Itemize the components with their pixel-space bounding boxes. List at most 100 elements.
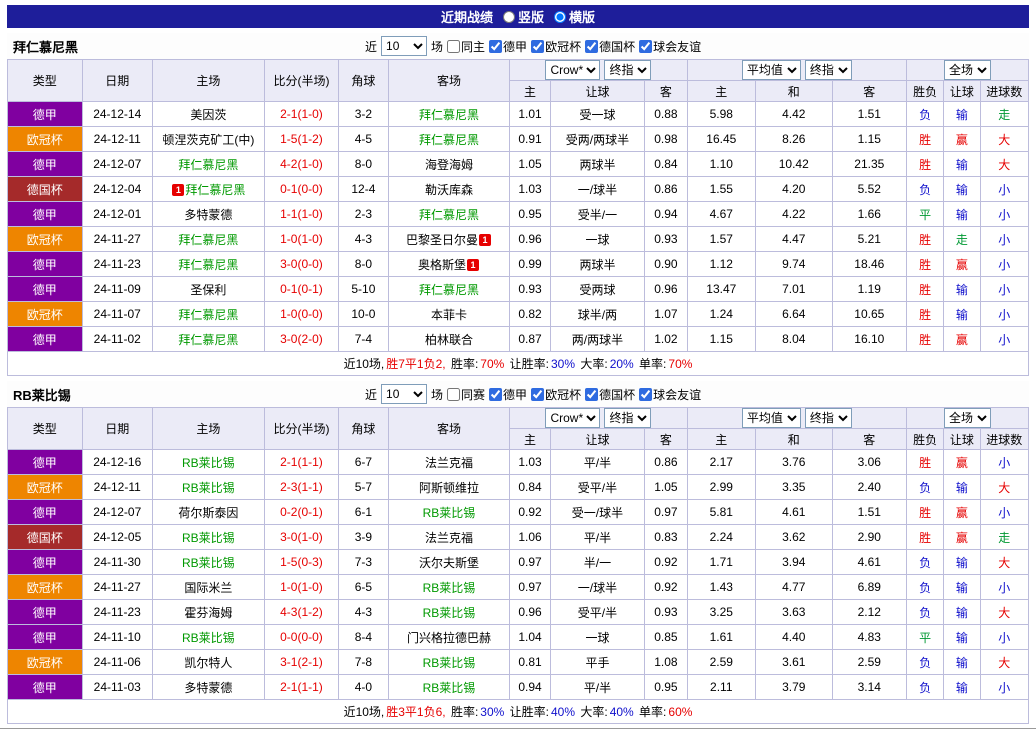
match-count-select[interactable]: 10 bbox=[381, 384, 428, 404]
avg-home: 1.43 bbox=[686, 574, 757, 600]
avg-company-select[interactable]: 平均值 bbox=[741, 408, 801, 428]
avg-away: 4.61 bbox=[831, 549, 908, 575]
league-filter[interactable]: 球会友谊 bbox=[639, 38, 701, 55]
result-outcome: 胜 bbox=[906, 449, 945, 475]
view-radio-horizontal[interactable] bbox=[554, 10, 566, 23]
result-handicap: 走 bbox=[943, 226, 981, 252]
league-checkbox[interactable] bbox=[585, 387, 599, 401]
sub-col-header: 客 bbox=[831, 80, 908, 102]
away-team-cell: 海登海姆 bbox=[387, 151, 511, 177]
avg-draw: 3.76 bbox=[755, 449, 833, 475]
avg-selects: 平均值 终指 bbox=[689, 60, 906, 80]
scope-select[interactable]: 全场 bbox=[944, 60, 992, 80]
odds-away: 0.96 bbox=[644, 276, 688, 302]
avg-draw: 6.64 bbox=[755, 301, 833, 327]
match-count-select[interactable]: 10 bbox=[381, 36, 428, 56]
league-filter[interactable]: 欧冠杯 bbox=[531, 38, 581, 55]
corners-cell: 4-3 bbox=[338, 226, 389, 252]
corners-cell: 3-2 bbox=[338, 101, 389, 127]
home-team-name: 拜仁慕尼黑 bbox=[178, 157, 239, 172]
score-cell: 1-0(0-0) bbox=[263, 301, 340, 327]
away-team-cell: 本菲卡 bbox=[387, 301, 511, 327]
sub-col-header: 进球数 bbox=[979, 80, 1030, 102]
league-filter-label: 德甲 bbox=[503, 39, 528, 54]
same-filter[interactable]: 同赛 bbox=[447, 386, 485, 403]
avg-home: 1.12 bbox=[686, 251, 757, 277]
league-filter[interactable]: 德甲 bbox=[489, 386, 527, 403]
league-filter[interactable]: 德甲 bbox=[489, 38, 527, 55]
league-filter[interactable]: 德国杯 bbox=[585, 38, 635, 55]
odds-company-select[interactable]: Crow* bbox=[545, 408, 601, 428]
league-checkbox[interactable] bbox=[489, 387, 503, 401]
away-team-name: 柏林联合 bbox=[424, 332, 473, 347]
avg-draw: 4.47 bbox=[755, 226, 833, 252]
view-option-vertical[interactable]: 竖版 bbox=[502, 7, 544, 26]
odds-time-select[interactable]: 终指 bbox=[604, 408, 652, 428]
home-team-name: 多特蒙德 bbox=[184, 680, 233, 695]
away-team-name: 拜仁慕尼黑 bbox=[418, 107, 479, 122]
odds-home: 1.05 bbox=[509, 151, 551, 177]
avg-away: 1.66 bbox=[831, 201, 908, 227]
avg-away: 2.90 bbox=[831, 524, 908, 550]
odds-company-select[interactable]: Crow* bbox=[545, 60, 601, 80]
odds-away: 1.02 bbox=[644, 326, 688, 352]
col-header: 日期 bbox=[81, 407, 153, 450]
team-header-bar: RB莱比锡 近 10 场 同赛 德甲 欧冠杯 德国杯 球会友谊 bbox=[7, 381, 1029, 407]
league-checkbox[interactable] bbox=[489, 39, 503, 53]
result-handicap: 输 bbox=[943, 649, 981, 675]
league-cell: 欧冠杯 bbox=[7, 649, 83, 675]
league-checkbox[interactable] bbox=[639, 387, 653, 401]
avg-time-select[interactable]: 终指 bbox=[804, 60, 852, 80]
summary-segment: 近10场, bbox=[343, 705, 385, 719]
avg-home: 1.15 bbox=[686, 326, 757, 352]
home-team-name: 拜仁慕尼黑 bbox=[178, 257, 239, 272]
league-filter[interactable]: 球会友谊 bbox=[639, 386, 701, 403]
league-filter[interactable]: 欧冠杯 bbox=[531, 386, 581, 403]
league-cell: 德甲 bbox=[7, 201, 83, 227]
col-header: 角球 bbox=[338, 59, 389, 102]
same-checkbox[interactable] bbox=[447, 387, 461, 401]
odds-home: 1.06 bbox=[509, 524, 551, 550]
view-option-horizontal[interactable]: 横版 bbox=[554, 7, 595, 26]
result-handicap: 输 bbox=[943, 176, 981, 202]
away-team-name: 门兴格拉德巴赫 bbox=[406, 630, 491, 645]
corners-cell: 8-0 bbox=[338, 251, 389, 277]
odds-handicap: 平手 bbox=[549, 649, 646, 675]
avg-time-select[interactable]: 终指 bbox=[804, 408, 852, 428]
avg-away: 6.89 bbox=[831, 574, 908, 600]
league-checkbox[interactable] bbox=[639, 39, 653, 53]
result-handicap: 输 bbox=[943, 474, 981, 500]
avg-home: 13.47 bbox=[686, 276, 757, 302]
view-radio-vertical[interactable] bbox=[502, 10, 515, 23]
result-outcome: 平 bbox=[906, 201, 945, 227]
league-cell: 德甲 bbox=[7, 326, 83, 352]
league-cell: 德甲 bbox=[7, 449, 83, 475]
home-team-name: 多特蒙德 bbox=[184, 207, 233, 222]
odds-time-select[interactable]: 终指 bbox=[604, 60, 652, 80]
corners-cell: 4-0 bbox=[338, 674, 389, 700]
avg-draw: 4.20 bbox=[755, 176, 833, 202]
same-filter[interactable]: 同主 bbox=[447, 38, 485, 55]
league-checkbox[interactable] bbox=[531, 387, 545, 401]
league-filter[interactable]: 德国杯 bbox=[585, 386, 635, 403]
match-row: 德甲 24-12-07 荷尔斯泰因 0-2(0-1) 6-1 RB莱比锡 0.92 受一/球半… bbox=[7, 499, 1030, 525]
avg-home: 1.24 bbox=[686, 301, 757, 327]
result-outcome: 胜 bbox=[906, 126, 945, 152]
league-cell: 德甲 bbox=[7, 499, 83, 525]
league-cell: 德国杯 bbox=[7, 176, 83, 202]
result-outcome: 负 bbox=[906, 649, 945, 675]
league-checkbox[interactable] bbox=[531, 39, 545, 53]
avg-company-select[interactable]: 平均值 bbox=[741, 60, 801, 80]
avg-away: 10.65 bbox=[831, 301, 908, 327]
avg-draw: 9.74 bbox=[755, 251, 833, 277]
avg-home: 2.99 bbox=[686, 474, 757, 500]
scope-select[interactable]: 全场 bbox=[944, 408, 992, 428]
same-checkbox[interactable] bbox=[447, 39, 461, 53]
odds-handicap: 平/半 bbox=[549, 524, 646, 550]
avg-home: 5.81 bbox=[686, 499, 757, 525]
league-checkbox[interactable] bbox=[585, 39, 599, 53]
odds-away: 0.86 bbox=[644, 449, 688, 475]
match-row: 德甲 24-12-16 RB莱比锡 2-1(1-1) 6-7 法兰克福 1.03 平/半 0.8… bbox=[7, 449, 1030, 475]
home-team-cell: 圣保利 bbox=[151, 276, 265, 302]
result-handicap: 输 bbox=[943, 674, 981, 700]
